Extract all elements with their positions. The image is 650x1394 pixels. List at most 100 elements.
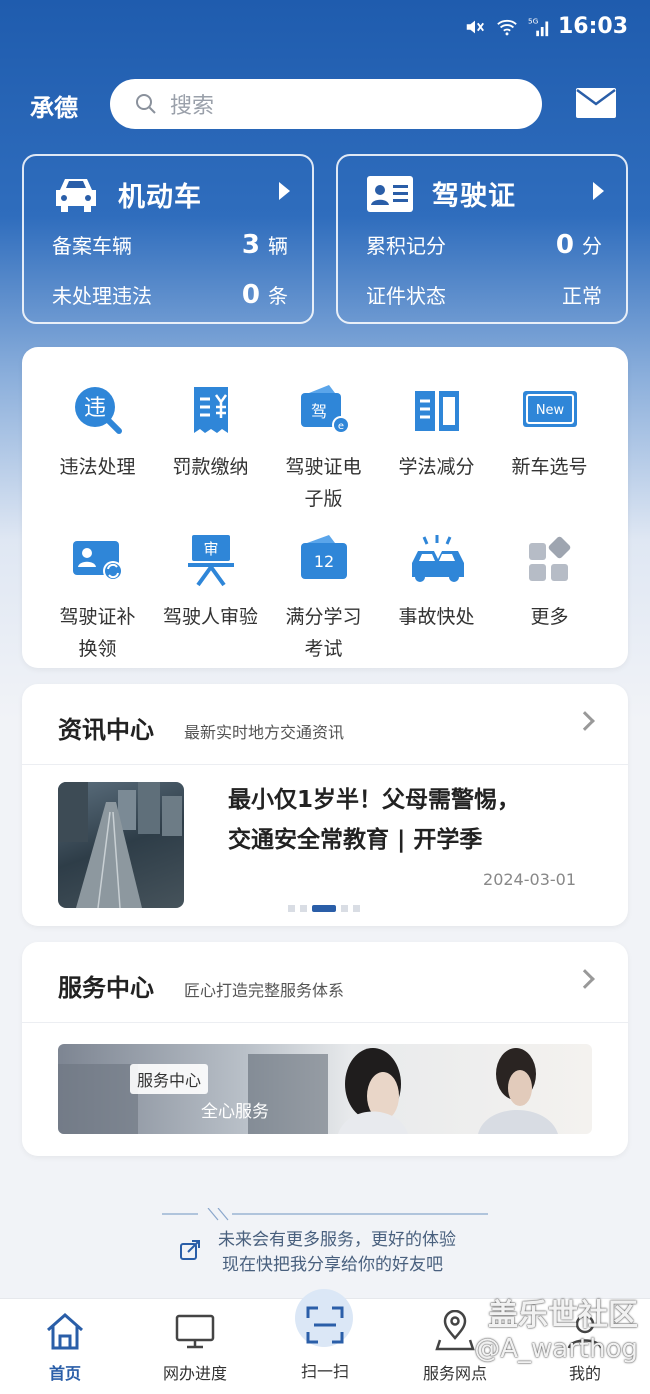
share-icon[interactable]	[178, 1238, 202, 1262]
row-value: 0	[555, 230, 574, 260]
license-card-title: 驾驶证	[432, 181, 516, 212]
carousel-dot	[353, 905, 360, 912]
banner-tag: 服务中心	[130, 1064, 209, 1094]
status-icons: 5G	[464, 16, 550, 38]
row-label: 证件状态	[366, 284, 446, 308]
id-card-icon	[367, 175, 413, 212]
service-study[interactable]: 学法减分	[380, 383, 493, 483]
tab-scan[interactable]: 扫一扫	[265, 1298, 385, 1382]
tab-progress[interactable]: 网办进度	[135, 1310, 255, 1384]
svg-text:违: 违	[83, 396, 105, 421]
accident-icon	[411, 535, 464, 582]
fine-payment-icon	[193, 387, 228, 433]
service-new-plate[interactable]: New 新车选号	[493, 383, 606, 483]
service-fine[interactable]: 罚款缴纳	[154, 383, 267, 483]
svg-text:驾: 驾	[310, 402, 326, 421]
wifi-icon	[497, 19, 517, 36]
license-replace-icon	[72, 541, 123, 581]
svg-text:e: e	[337, 421, 343, 432]
row-value: 0	[241, 280, 260, 310]
home-icon	[47, 1312, 83, 1350]
promo-line-2: 现在快把我分享给你的好友吧	[222, 1255, 443, 1275]
vehicle-card[interactable]: 机动车 备案车辆 3辆 未处理违法 0条	[22, 154, 314, 324]
vehicle-row-violations: 未处理违法 0条	[52, 280, 288, 310]
more-grid-icon	[528, 536, 570, 581]
news-header[interactable]: 资讯中心 最新实时地方交通资讯	[58, 710, 344, 745]
service-center-header[interactable]: 服务中心 匠心打造完整服务体系	[58, 968, 344, 1003]
row-label: 未处理违法	[52, 284, 152, 308]
section-subtitle: 匠心打造完整服务体系	[184, 981, 345, 1000]
scan-icon	[306, 1306, 344, 1344]
carousel-indicator	[288, 905, 360, 912]
service-violation[interactable]: 违 违法处理	[41, 383, 154, 483]
search-box[interactable]: 搜索	[110, 79, 542, 129]
service-accident[interactable]: 事故快处	[380, 533, 493, 633]
service-label: 违法处理	[59, 456, 136, 478]
tab-label: 网办进度	[162, 1364, 227, 1383]
svg-text:5G: 5G	[528, 16, 539, 25]
divider	[22, 1022, 628, 1023]
service-center-banner[interactable]: 服务中心 全心服务	[58, 1044, 592, 1134]
svg-text:12: 12	[313, 552, 333, 571]
tab-label: 首页	[48, 1364, 81, 1383]
status-time: 16:03	[557, 14, 628, 39]
decorative-divider	[162, 1208, 488, 1221]
promo-line-1: 未来会有更多服务，更好的体验	[218, 1230, 456, 1250]
service-label: 罚款缴纳	[172, 456, 249, 478]
service-e-license[interactable]: 驾 e 驾驶证电 子版	[267, 383, 380, 515]
section-title: 资讯中心	[58, 716, 154, 744]
caret-right-icon	[593, 182, 604, 200]
carousel-dot	[300, 905, 307, 912]
news-thumbnail[interactable]	[58, 782, 184, 908]
promo-text: 未来会有更多服务，更好的体验 现在快把我分享给你的好友吧	[218, 1228, 456, 1278]
full-score-study-icon: 12	[300, 535, 347, 579]
row-value: 正常	[562, 284, 602, 308]
driver-review-icon: 审	[187, 535, 234, 587]
service-driver-review[interactable]: 审 驾驶人审验	[154, 533, 267, 633]
location-pin-icon	[435, 1310, 475, 1351]
chevron-right-icon[interactable]	[575, 711, 595, 731]
divider	[22, 764, 628, 765]
row-label: 累积记分	[366, 234, 446, 258]
service-label: 事故快处	[398, 606, 475, 628]
mute-icon	[466, 20, 484, 34]
search-icon	[136, 94, 156, 114]
service-full-score-study[interactable]: 12 满分学习 考试	[267, 533, 380, 665]
study-book-icon	[414, 391, 459, 431]
service-label: 新车选号	[511, 456, 588, 478]
caret-right-icon	[279, 182, 290, 200]
row-unit: 分	[582, 234, 602, 258]
news-article-date: 2024-03-01	[483, 870, 576, 889]
monitor-icon	[175, 1314, 215, 1349]
service-license-replace[interactable]: 驾驶证补 换领	[41, 533, 154, 665]
watermark: 盖乐世社区 @A_warthog	[474, 1290, 638, 1364]
car-icon	[56, 179, 96, 212]
license-card[interactable]: 驾驶证 累积记分 0分 证件状态 正常	[336, 154, 628, 324]
svg-text:审: 审	[203, 540, 218, 558]
new-plate-icon: New	[522, 391, 577, 427]
tab-home[interactable]: 首页	[5, 1310, 125, 1384]
service-label: 驾驶证补 换领	[59, 606, 136, 660]
svg-text:New: New	[535, 403, 564, 418]
services-panel: 违 违法处理 罚款缴纳 驾 e 驾驶证电 子版 学法减分 New 新车选号 驾驶…	[22, 347, 628, 668]
status-bar: 5G 16:03	[0, 0, 650, 58]
section-title: 服务中心	[58, 974, 154, 1002]
service-more[interactable]: 更多	[493, 533, 606, 633]
mail-icon[interactable]	[575, 87, 617, 119]
service-label: 驾驶证电 子版	[285, 456, 362, 510]
news-article-title[interactable]: 最小仅1岁半！父母需警惕， 交通安全常教育 | 开学季	[228, 780, 558, 860]
license-row-points: 累积记分 0分	[366, 230, 602, 260]
vehicle-card-title: 机动车	[118, 181, 202, 213]
service-label: 学法减分	[398, 456, 475, 478]
city-road-image	[58, 782, 182, 908]
watermark-line-2: @A_warthog	[474, 1334, 638, 1364]
banner-text: 全心服务	[201, 1102, 269, 1122]
city-selector[interactable]: 承德	[30, 88, 78, 123]
signal-5g-icon: 5G	[528, 16, 549, 37]
chevron-right-icon[interactable]	[575, 969, 595, 989]
service-label: 更多	[530, 606, 569, 628]
vehicle-row-registered: 备案车辆 3辆	[52, 230, 288, 260]
row-unit: 辆	[268, 234, 288, 258]
news-section: 资讯中心 最新实时地方交通资讯 最小仅1岁半！父母需警惕， 交通安全常教育 | 开…	[22, 684, 628, 926]
row-unit: 条	[268, 284, 288, 308]
